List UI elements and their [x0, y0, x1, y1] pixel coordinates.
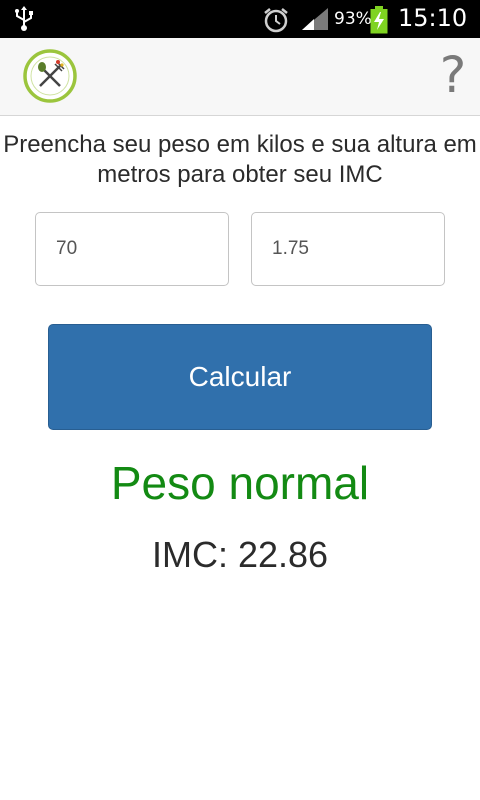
calculate-button[interactable]: Calcular — [48, 324, 432, 430]
weight-input[interactable]: 70 — [35, 212, 229, 286]
status-bar: 93% 15:10 — [0, 0, 480, 38]
clock: 15:10 — [398, 4, 468, 32]
height-input[interactable]: 1.75 — [251, 212, 445, 286]
signal-icon — [302, 8, 328, 30]
app-logo-icon[interactable] — [22, 48, 78, 104]
help-button[interactable]: ? — [436, 46, 470, 104]
result-status: Peso normal — [110, 457, 370, 509]
battery-charging-icon — [370, 6, 388, 34]
battery-percent: 93% — [334, 9, 372, 29]
action-bar: ? — [0, 38, 480, 116]
instructions-text: Preencha seu peso em kilos e sua altura … — [3, 131, 477, 188]
result-imc: IMC: 22.86 — [151, 534, 329, 575]
usb-icon — [15, 6, 33, 31]
alarm-icon — [264, 8, 288, 33]
